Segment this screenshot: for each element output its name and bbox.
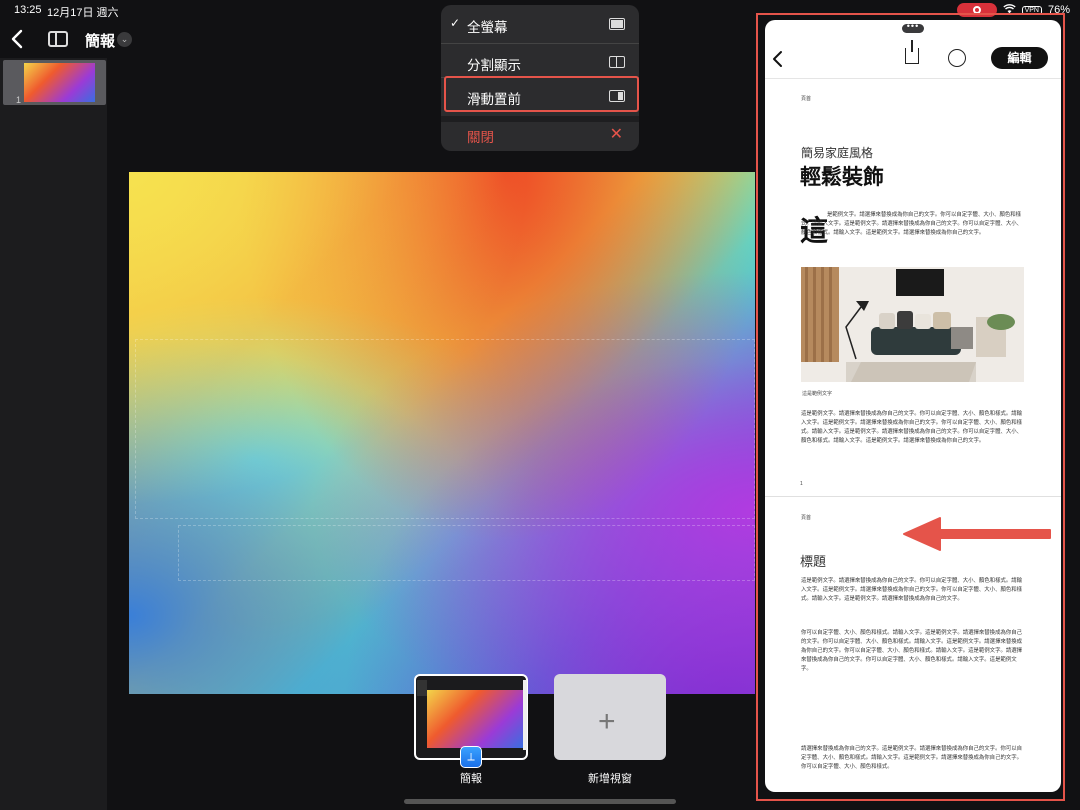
slide-thumbnail-image <box>24 63 95 102</box>
status-time: 13:25 <box>14 4 42 16</box>
slide-number: 1 <box>16 95 22 105</box>
menu-item-label: 關閉 <box>467 130 494 145</box>
window-card-slide-over <box>523 680 527 750</box>
status-date: 12月17日 週六 <box>47 7 119 19</box>
menu-item-fullscreen[interactable]: ✓ 全螢幕 <box>441 7 639 41</box>
chevron-down-icon[interactable]: ⌄ <box>117 32 132 47</box>
fullscreen-icon <box>609 18 625 30</box>
keynote-app-icon: ⟂ <box>460 746 482 768</box>
slide-over-highlight <box>756 13 1065 801</box>
title-placeholder[interactable] <box>135 339 755 519</box>
home-indicator[interactable] <box>404 799 676 804</box>
new-window-label: 新增視窗 <box>588 773 632 785</box>
back-icon[interactable] <box>8 28 28 50</box>
highlight-box <box>444 76 639 112</box>
subtitle-placeholder[interactable] <box>178 525 755 581</box>
slide-navigator <box>0 58 107 810</box>
close-icon: ✕ <box>609 126 623 143</box>
document-title[interactable]: 簡報 <box>85 30 115 51</box>
menu-item-close[interactable]: 關閉 ✕ <box>441 122 639 151</box>
pointer-arrow-icon <box>900 512 1060 556</box>
checkmark-icon: ✓ <box>450 16 461 30</box>
window-card-label: 簡報 <box>460 773 482 785</box>
menu-item-split-view[interactable]: 分割顯示 <box>441 45 639 79</box>
split-view-icon <box>609 56 625 68</box>
sidebar-toggle-icon[interactable] <box>48 31 68 47</box>
menu-item-label: 全螢幕 <box>467 20 508 35</box>
window-card-sidebar <box>417 680 427 696</box>
menu-item-label: 分割顯示 <box>467 58 521 73</box>
window-card-preview <box>427 690 523 748</box>
plus-icon: + <box>598 705 616 738</box>
